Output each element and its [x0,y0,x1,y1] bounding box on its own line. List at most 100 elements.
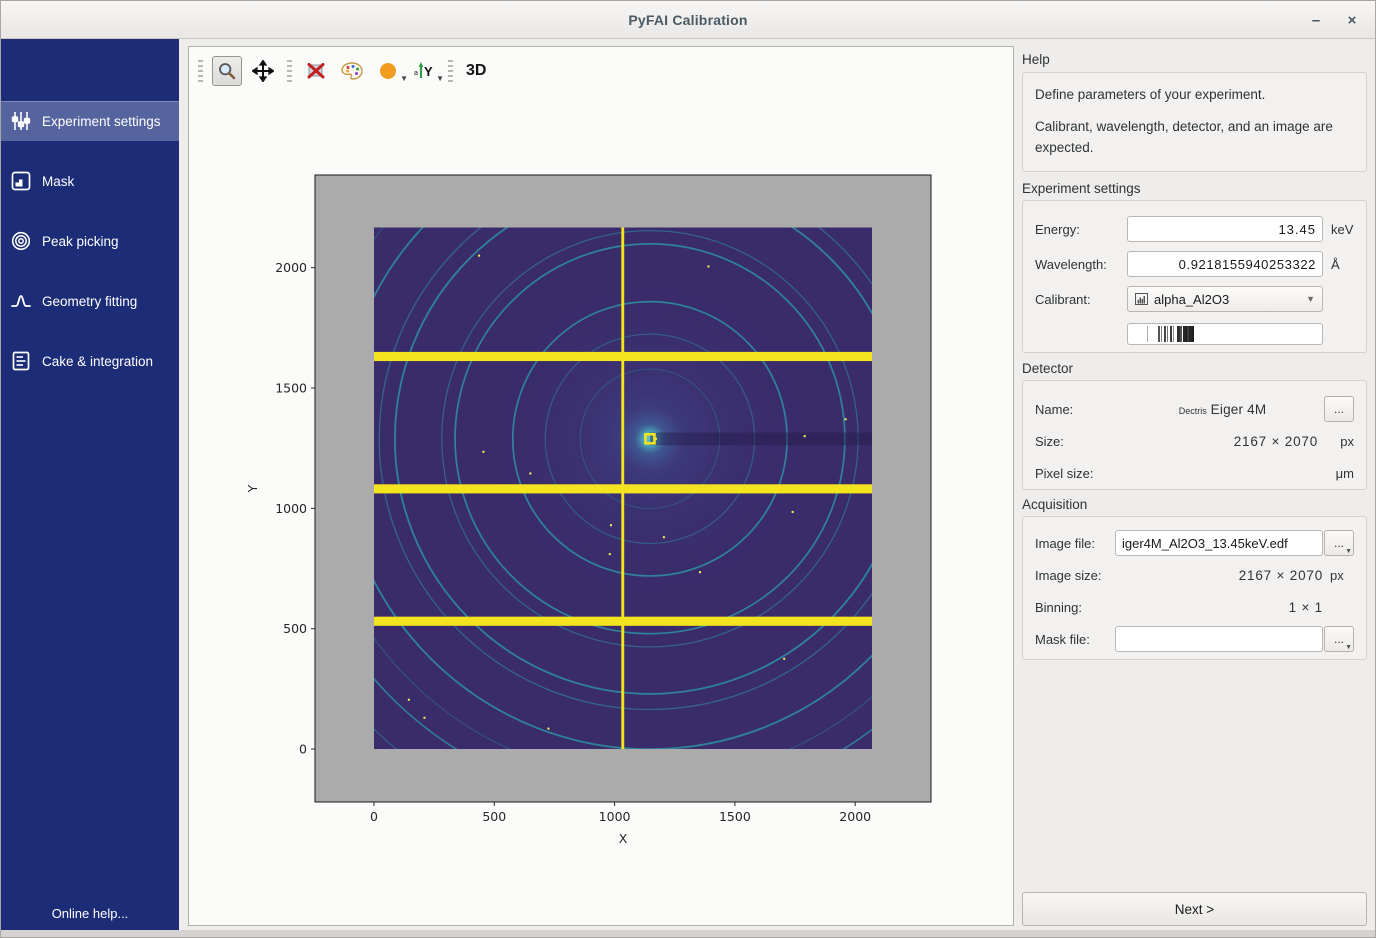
x-tick-label: 1000 [599,809,631,824]
next-button[interactable]: Next > [1022,892,1367,926]
hot-pixel [610,524,612,526]
view-3d-button[interactable]: 3D [462,62,490,80]
close-button[interactable]: × [1339,7,1365,33]
energy-label: Energy: [1035,222,1127,237]
sidebar-item-label: Mask [42,174,74,189]
plot-panel: ▼ a Y ▼ 3D 05001000150020000500100015002… [188,46,1014,926]
sliders-icon [10,110,32,132]
image-file-browse-button[interactable]: ...▼ [1324,530,1354,556]
dropdown-caret-icon: ▼ [436,74,444,83]
marker-color-icon [378,61,398,81]
detector-section-title: Detector [1022,361,1073,376]
x-tick-label: 0 [370,809,378,824]
zoom-tool-button[interactable] [212,56,242,86]
sidebar-item-peak-picking[interactable]: Peak picking [1,221,179,261]
hot-pixel [478,255,480,257]
binning-label: Binning: [1035,600,1115,615]
remove-image-icon [305,60,327,82]
detector-size-value: 2167 × 2070 [1127,434,1318,449]
calibrant-rings-preview [1127,323,1323,345]
sidebar-item-geometry-fitting[interactable]: Geometry fitting [1,281,179,321]
acquisition-section-title: Acquisition [1022,497,1087,512]
mask-file-input[interactable] [1115,626,1323,652]
y-tick-label: 1000 [275,501,307,516]
y-tick-label: 500 [283,621,307,636]
calibrant-label: Calibrant: [1035,292,1127,307]
wavelength-unit: Å [1331,257,1354,272]
dropdown-caret-icon: ▼ [1345,644,1352,651]
detector-browse-button[interactable]: ... [1324,396,1354,422]
y-axis-orientation-button[interactable]: a Y ▼ [409,56,439,86]
rings-target-icon [10,230,32,252]
mask-icon [10,170,32,192]
settings-panel: Help Define parameters of your experimen… [1014,39,1376,938]
sidebar-item-cake-integration[interactable]: Cake & integration [1,341,179,381]
calibrant-value: alpha_Al2O3 [1154,292,1229,307]
online-help-link[interactable]: Online help... [1,906,179,921]
pan-tool-button[interactable] [248,56,278,86]
image-file-input[interactable] [1115,530,1323,556]
y-tick-label: 1500 [275,381,307,396]
sidebar-item-label: Experiment settings [42,114,161,129]
x-tick-label: 500 [482,809,506,824]
sidebar: Experiment settings Mask Peak picking [1,39,179,931]
sidebar-item-mask[interactable]: Mask [1,161,179,201]
colormap-button[interactable] [337,56,367,86]
mask-file-browse-button[interactable]: ...▼ [1324,626,1354,652]
peak-curve-icon [10,290,32,312]
remove-image-button[interactable] [301,56,331,86]
sidebar-item-label: Geometry fitting [42,294,137,309]
help-section-title: Help [1022,52,1050,67]
detector-brand: Dectris [1179,406,1207,416]
window-title: PyFAI Calibration [628,12,747,28]
plot-toolbar: ▼ a Y ▼ 3D [195,53,490,89]
sidebar-item-experiment-settings[interactable]: Experiment settings [1,101,179,141]
y-tick-label: 2000 [275,260,307,275]
image-size-unit: px [1323,568,1349,583]
hot-pixel [547,728,549,730]
energy-unit: keV [1331,222,1354,237]
marker-color-button[interactable]: ▼ [373,56,403,86]
detector-name-label: Name: [1035,402,1127,417]
y-axis-label: Y [245,484,260,493]
module-gap-vertical [621,227,624,749]
experiment-section-title: Experiment settings [1022,181,1141,196]
image-size-label: Image size: [1035,568,1115,583]
pixel-size-unit: μm [1318,466,1354,481]
hot-pixel [663,536,665,538]
pan-icon [252,60,274,82]
mask-file-label: Mask file: [1035,632,1115,647]
hot-pixel [609,553,611,555]
toolbar-grip[interactable] [287,60,292,82]
hot-pixel [699,571,701,573]
hot-pixel [792,511,794,513]
detector-size-label: Size: [1035,434,1127,449]
toolbar-grip[interactable] [198,60,203,82]
acquisition-groupbox: Image file: ...▼ Image size: 2167 × 2070… [1022,516,1367,660]
wavelength-input[interactable] [1127,251,1323,277]
help-box: Define parameters of your experiment. Ca… [1022,72,1367,172]
titlebar: PyFAI Calibration – × [1,1,1375,39]
hot-pixel [845,418,847,420]
svg-text:Y: Y [424,64,433,79]
app-window: PyFAI Calibration – × Experiment setting… [0,0,1376,938]
x-tick-label: 2000 [839,809,871,824]
binning-value: 1 × 1 [1115,600,1323,615]
zoom-icon [217,61,237,81]
image-file-label: Image file: [1035,536,1115,551]
help-text-line2: Calibrant, wavelength, detector, and an … [1035,117,1354,158]
dropdown-caret-icon: ▼ [1345,548,1352,555]
hot-pixel [408,699,410,701]
dropdown-caret-icon: ▼ [400,74,408,83]
calibrant-histogram-icon [1135,293,1148,305]
help-text-line1: Define parameters of your experiment. [1035,85,1354,105]
toolbar-grip[interactable] [448,60,453,82]
calibrant-select[interactable]: alpha_Al2O3 ▼ [1127,286,1323,312]
diffraction-plot[interactable]: 05001000150020000500100015002000XY [189,93,1013,925]
minimize-button[interactable]: – [1303,7,1329,33]
dropdown-caret-icon: ▼ [1306,294,1315,304]
x-axis-label: X [619,831,628,846]
wavelength-label: Wavelength: [1035,257,1127,272]
energy-input[interactable] [1127,216,1323,242]
hot-pixel [804,435,806,437]
